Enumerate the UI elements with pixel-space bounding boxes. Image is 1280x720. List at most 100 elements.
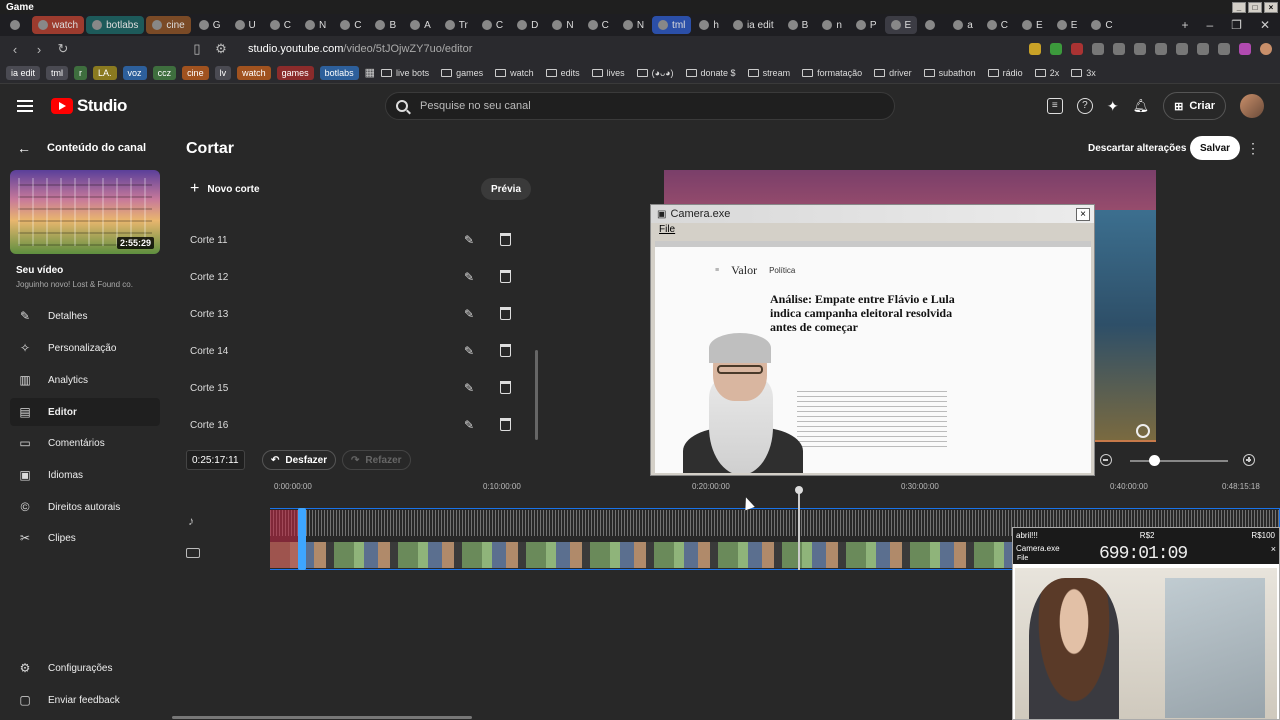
- browser-tab[interactable]: N: [299, 16, 332, 34]
- browser-tab[interactable]: [4, 16, 30, 34]
- restore-icon[interactable]: ❐: [1231, 18, 1242, 32]
- delete-cut-trash-icon[interactable]: [500, 344, 511, 357]
- bookmark-chip[interactable]: watch: [237, 65, 271, 80]
- bookmark-folder[interactable]: games: [441, 68, 483, 78]
- browser-tab[interactable]: G: [193, 16, 227, 34]
- current-time-field[interactable]: 0:25:17:11: [186, 450, 245, 470]
- notifications-icon[interactable]: 🔔︎: [1133, 98, 1150, 114]
- browser-tab[interactable]: C: [1085, 16, 1118, 34]
- extension-icon[interactable]: [1092, 43, 1104, 55]
- cut-row[interactable]: Corte 15 ✎: [180, 370, 530, 407]
- video-thumbnail[interactable]: 2:55:29: [10, 170, 160, 254]
- maximize-icon[interactable]: □: [1248, 1, 1262, 13]
- cut-row[interactable]: Corte 13 ✎: [180, 296, 530, 333]
- delete-cut-trash-icon[interactable]: [500, 307, 511, 320]
- more-options-icon[interactable]: ⋮: [1246, 140, 1260, 157]
- extension-icon[interactable]: [1050, 43, 1062, 55]
- extension-icon[interactable]: [1155, 43, 1167, 55]
- browser-tab[interactable]: ia edit: [727, 16, 780, 34]
- cuts-scrollbar[interactable]: [535, 350, 538, 440]
- browser-tab[interactable]: cine: [146, 16, 191, 34]
- bookmark-chip[interactable]: cine: [182, 65, 209, 80]
- browser-tab[interactable]: botlabs: [86, 16, 145, 34]
- extension-icon[interactable]: [1134, 43, 1146, 55]
- edit-cut-pencil-icon[interactable]: ✎: [464, 233, 478, 247]
- delete-cut-trash-icon[interactable]: [500, 233, 511, 246]
- browser-tab[interactable]: U: [229, 16, 262, 34]
- new-tab-icon[interactable]: +: [1181, 18, 1188, 32]
- bookmark-chip[interactable]: ia edit: [6, 65, 41, 80]
- browser-tab[interactable]: C: [476, 16, 509, 34]
- edit-cut-pencil-icon[interactable]: ✎: [464, 270, 478, 284]
- close-icon[interactable]: ×: [1076, 207, 1090, 221]
- zoom-out-icon[interactable]: [1100, 454, 1112, 466]
- bookmark-folder[interactable]: formatação: [802, 68, 862, 78]
- bookmark-folder[interactable]: live bots: [381, 68, 429, 78]
- cut-row[interactable]: Corte 12 ✎: [180, 259, 530, 296]
- save-button[interactable]: Salvar: [1190, 136, 1241, 160]
- preview-settings-icon[interactable]: [1136, 424, 1150, 438]
- bookmark-chip[interactable]: lv: [214, 65, 232, 80]
- redo-button[interactable]: ↷ Refazer: [342, 450, 411, 470]
- bookmark-chip[interactable]: tml: [46, 65, 69, 80]
- back-icon[interactable]: ‹: [8, 42, 22, 57]
- browser-tab[interactable]: Tr: [439, 16, 474, 34]
- browser-tab[interactable]: [919, 16, 945, 34]
- bookmark-folder[interactable]: stream: [747, 68, 790, 78]
- playhead-handle[interactable]: [795, 486, 803, 494]
- browser-tab[interactable]: C: [334, 16, 367, 34]
- browser-tab[interactable]: h: [693, 16, 725, 34]
- bookmark-folder[interactable]: (◕ᴗ◕): [636, 68, 674, 78]
- sidebar-item-feedback[interactable]: ▢ Enviar feedback: [10, 686, 160, 714]
- sidebar-item-idiomas[interactable]: ▣ Idiomas: [10, 461, 160, 489]
- browser-tab[interactable]: C: [582, 16, 615, 34]
- sidebar-item-configuracoes[interactable]: ⚙ Configurações: [10, 654, 160, 682]
- bookmark-folder[interactable]: 3x: [1071, 68, 1096, 78]
- bookmark-chip[interactable]: botlabs: [319, 65, 359, 80]
- playhead[interactable]: [798, 490, 800, 570]
- browser-tab[interactable]: N: [546, 16, 579, 34]
- browser-tab[interactable]: P: [850, 16, 883, 34]
- bookmark-folder[interactable]: 2x: [1034, 68, 1059, 78]
- bookmark-chip[interactable]: ccz: [152, 65, 177, 80]
- close-icon[interactable]: ×: [1264, 1, 1278, 13]
- sidebar-item-personalizacao[interactable]: ✧ Personalização: [10, 334, 160, 362]
- sidebar-item-comentarios[interactable]: ▭ Comentários: [10, 429, 160, 457]
- apps-grid-icon[interactable]: ▦: [365, 66, 375, 79]
- browser-tab[interactable]: E: [1016, 16, 1049, 34]
- search-input[interactable]: Pesquise no seu canal: [385, 92, 895, 120]
- close-icon[interactable]: ×: [1271, 544, 1276, 554]
- zoom-slider-track[interactable]: [1130, 460, 1228, 462]
- bookmark-icon[interactable]: ▯: [190, 41, 204, 57]
- captions-icon[interactable]: ≡: [1046, 98, 1063, 114]
- menu-icon[interactable]: [17, 100, 33, 112]
- browser-tab[interactable]: E: [884, 16, 918, 34]
- sidebar-item-clipes[interactable]: ✂ Clipes: [10, 524, 160, 552]
- browser-tab[interactable]: C: [264, 16, 297, 34]
- back-to-content-link[interactable]: ← Conteúdo do canal: [17, 140, 146, 156]
- sidebar-item-direitos-autorais[interactable]: © Direitos autorais: [10, 493, 160, 521]
- edit-cut-pencil-icon[interactable]: ✎: [464, 344, 478, 358]
- horizontal-scrollbar[interactable]: [172, 716, 472, 719]
- extension-icon[interactable]: [1197, 43, 1209, 55]
- trim-handle[interactable]: [298, 508, 306, 570]
- bookmark-folder[interactable]: edits: [545, 68, 580, 78]
- delete-cut-trash-icon[interactable]: [500, 381, 511, 394]
- bookmark-folder[interactable]: lives: [591, 68, 625, 78]
- undo-button[interactable]: ↶ Desfazer: [262, 450, 337, 470]
- avatar[interactable]: [1240, 94, 1264, 118]
- url-field[interactable]: studio.youtube.com/video/5tJOjwZY7uo/edi…: [248, 43, 472, 55]
- cut-row[interactable]: Corte 11 ✎: [180, 222, 530, 259]
- new-cut-button[interactable]: + Novo corte: [184, 178, 266, 200]
- browser-tab[interactable]: watch: [32, 16, 85, 34]
- discard-button[interactable]: Descartar alterações: [1080, 136, 1194, 160]
- browser-tab[interactable]: tml: [652, 16, 692, 34]
- minimize-icon[interactable]: –: [1206, 18, 1213, 32]
- sidebar-item-analytics[interactable]: ▥ Analytics: [10, 366, 160, 394]
- browser-tab[interactable]: n: [816, 16, 848, 34]
- bookmark-chip[interactable]: games: [276, 65, 314, 80]
- studio-logo[interactable]: Studio: [51, 96, 127, 116]
- browser-tab[interactable]: A: [404, 16, 437, 34]
- sparkle-icon[interactable]: ✦: [1107, 98, 1119, 115]
- bookmark-chip[interactable]: LA.: [93, 65, 117, 80]
